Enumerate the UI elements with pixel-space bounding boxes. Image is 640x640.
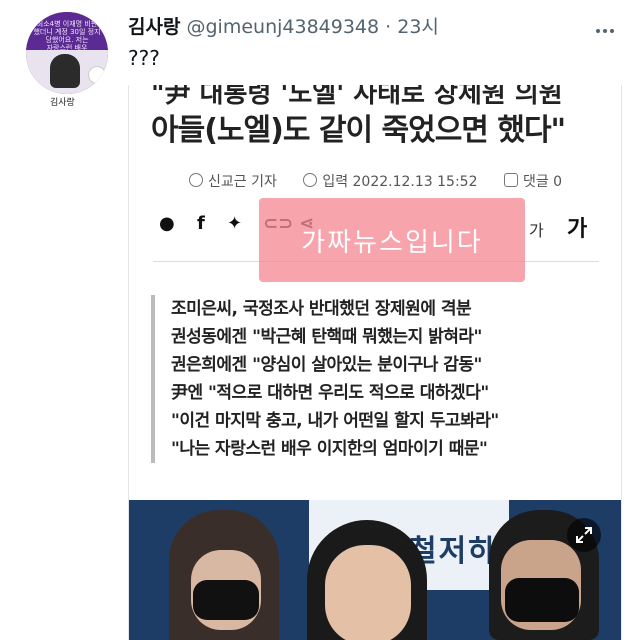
subhead-line: 尹엔 "적으로 대하면 우리도 적으로 대하겠다" — [171, 383, 489, 403]
attached-image[interactable]: "尹 대통령 '노엘' 사태로 장제원 의원 아들(노엘)도 같이 죽었으면 했… — [128, 85, 622, 640]
person-center-face — [325, 545, 411, 640]
subhead-line: 권은희에겐 "양심이 살아있는 분이구나 감동" — [171, 355, 482, 375]
comment-count: 댓글 0 — [522, 174, 563, 190]
article-subheads: 조미은씨, 국정조사 반대했던 장제원에 격분 권성동에겐 "박근혜 탄핵때 뭐… — [151, 295, 499, 463]
fake-news-stamp: 가짜뉴스입니다 — [259, 198, 525, 282]
tweet-text: ??? — [128, 46, 160, 70]
tweet-header: 김사랑 @gimeunj43849348 · 23시 — [128, 12, 439, 39]
avatar-person — [50, 54, 80, 88]
person-icon — [189, 173, 203, 187]
avatar-caption: 최소4병 이재명 비판 했더니 계정 30일 정지 당했어요. 저는 자랑스런 … — [26, 12, 108, 52]
user-handle[interactable]: @gimeunj43849348 — [187, 16, 380, 38]
article-meta: 신교근 기자 입력 2022.12.13 15:52 댓글 0 — [189, 171, 584, 191]
font-size-small-button[interactable]: 가 — [529, 217, 544, 241]
article-headline: 아들(노엘)도 같이 죽었으면 했다" — [151, 113, 566, 148]
speech-bubble-icon[interactable]: ● — [159, 213, 175, 234]
display-name[interactable]: 김사랑 — [128, 16, 180, 38]
subhead-line: "이건 마지막 충고, 내가 어떤일 할지 두고봐라" — [171, 411, 499, 431]
avatar-name-label: 김사랑 — [50, 98, 75, 108]
facebook-icon[interactable]: f — [197, 213, 205, 234]
avatar-badge-icon — [88, 66, 106, 84]
font-size-large-button[interactable]: 가 — [567, 211, 587, 243]
publish-date: 입력 2022.12.13 15:52 — [322, 174, 478, 190]
article-photo: 철저하 — [129, 500, 621, 640]
comment-meta: 댓글 0 — [503, 171, 563, 191]
profile-avatar[interactable]: 최소4병 이재명 비판 했더니 계정 30일 정지 당했어요. 저는 자랑스런 … — [26, 12, 108, 94]
subhead-line: "나는 자랑스런 배우 이지한의 엄마이기 때문" — [171, 439, 488, 459]
author-name: 신교근 기자 — [208, 174, 277, 190]
subhead-line: 권성동에겐 "박근혜 탄핵때 뭐했는지 밝혀라" — [171, 327, 482, 347]
author-meta: 신교근 기자 — [189, 171, 277, 191]
separator-dot: · — [385, 16, 392, 38]
clock-icon — [303, 173, 318, 187]
more-options-icon[interactable] — [596, 18, 620, 33]
tweet-time[interactable]: 23시 — [397, 16, 439, 38]
person-right-mask — [505, 578, 579, 622]
expand-icon[interactable] — [567, 518, 601, 552]
comment-icon — [503, 173, 518, 187]
person-left-mask — [193, 580, 259, 620]
date-meta: 입력 2022.12.13 15:52 — [303, 171, 477, 191]
twitter-icon[interactable]: ✦ — [227, 213, 242, 234]
subhead-line: 조미은씨, 국정조사 반대했던 장제원에 격분 — [171, 299, 472, 319]
